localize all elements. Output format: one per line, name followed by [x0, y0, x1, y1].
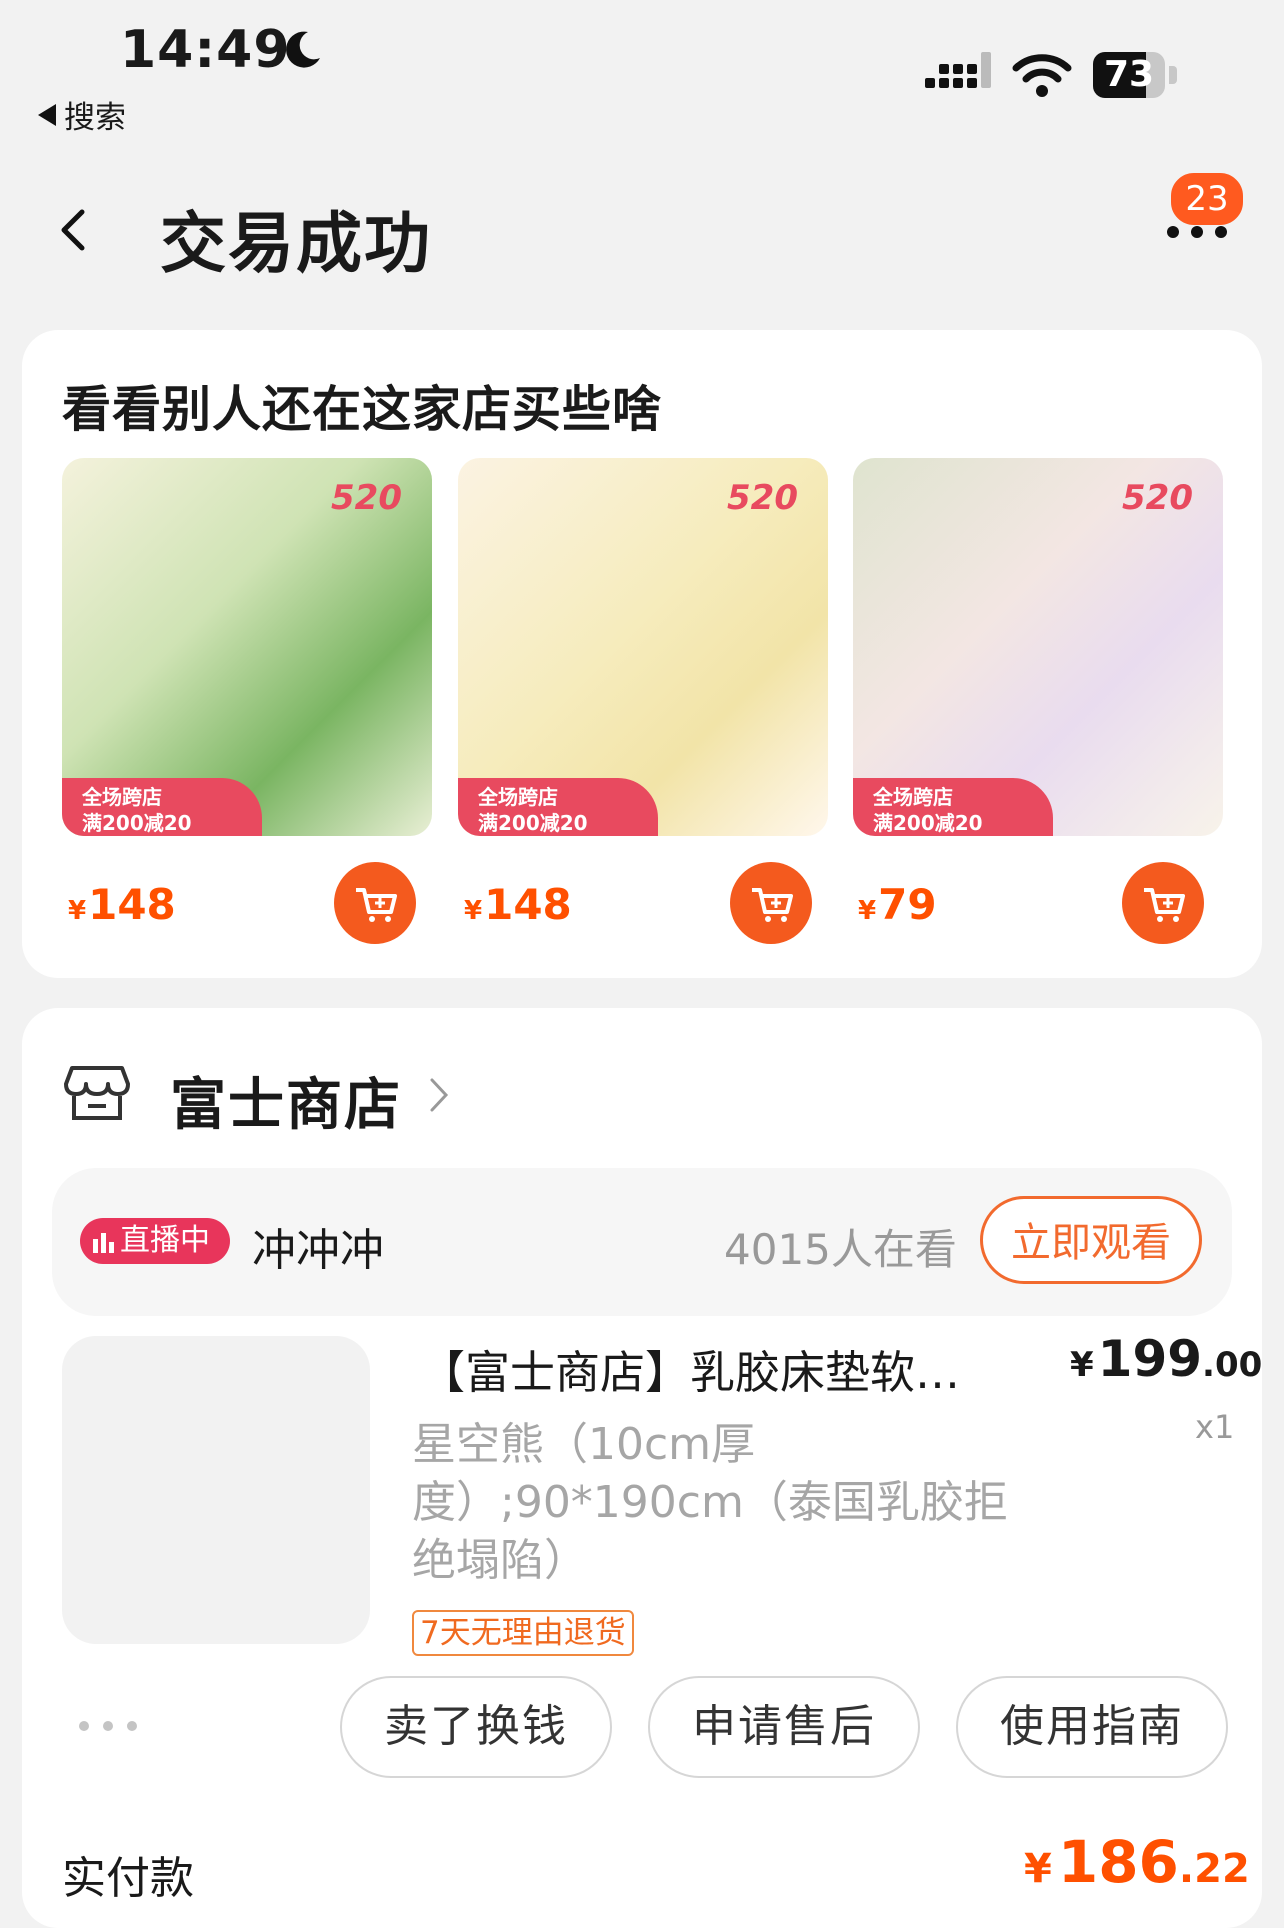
promo-banner: 全场跨店 满200减20 — [853, 778, 1053, 836]
cart-icon — [1144, 888, 1185, 922]
product-price-1: ¥148 — [68, 880, 176, 929]
promo-line-1: 全场跨店 — [82, 785, 162, 809]
currency-symbol: ¥ — [1024, 1846, 1052, 1892]
promo-520-tag: 520 — [331, 478, 402, 518]
recommendations-title: 看看别人还在这家店买些啥 — [62, 381, 663, 438]
promo-line-2: 满200减20 — [478, 811, 588, 835]
sell-resell-button[interactable]: 卖了换钱 — [340, 1676, 612, 1778]
currency-symbol: ¥ — [68, 896, 87, 926]
return-policy-tag: 7天无理由退货 — [412, 1610, 634, 1656]
paid-decimal: .22 — [1178, 1846, 1250, 1892]
usage-guide-button[interactable]: 使用指南 — [956, 1676, 1228, 1778]
item-price: ¥199.00 — [1070, 1330, 1262, 1388]
price-value: 148 — [88, 880, 176, 929]
page-title: 交易成功 — [160, 205, 432, 282]
paid-integer: 186 — [1057, 1828, 1179, 1896]
price-value: 148 — [484, 880, 572, 929]
item-title[interactable]: 【富士商店】乳胶床垫软… — [420, 1336, 1000, 1401]
product-image-1[interactable]: 520 全场跨店 满200减20 — [62, 458, 432, 836]
cellular-signal-icon — [925, 52, 991, 88]
promo-line-1: 全场跨店 — [873, 785, 953, 809]
price-integer: 199 — [1097, 1330, 1203, 1388]
battery-level: 73 — [1103, 54, 1155, 95]
after-sales-button[interactable]: 申请售后 — [648, 1676, 920, 1778]
back-app-label: 搜索 — [64, 100, 126, 136]
back-chevron-icon[interactable] — [52, 200, 92, 260]
promo-line-2: 满200减20 — [873, 811, 983, 835]
cart-icon — [752, 888, 793, 922]
paid-amount: ¥186.22 — [1024, 1828, 1250, 1896]
store-name-link[interactable]: 富士商店 — [170, 1060, 402, 1141]
status-time: 14:49 — [120, 20, 291, 80]
live-title: 冲冲冲 — [252, 1225, 384, 1276]
watch-now-button[interactable]: 立即观看 — [980, 1196, 1202, 1284]
viewer-count: 4015人在看 — [724, 1225, 957, 1274]
store-icon — [64, 1066, 130, 1120]
promo-520-tag: 520 — [727, 478, 798, 518]
promo-line-2: 满200减20 — [82, 811, 192, 835]
moon-icon — [286, 31, 320, 68]
more-actions-icon[interactable] — [76, 1718, 140, 1734]
item-thumbnail[interactable] — [62, 1336, 370, 1644]
product-image-3[interactable]: 520 全场跨店 满200减20 — [853, 458, 1223, 836]
wifi-icon — [1012, 54, 1072, 97]
currency-symbol: ¥ — [1070, 1345, 1094, 1385]
promo-banner: 全场跨店 满200减20 — [458, 778, 658, 836]
promo-line-1: 全场跨店 — [478, 785, 558, 809]
price-decimal: .00 — [1202, 1345, 1263, 1385]
notification-badge: 23 — [1168, 170, 1246, 228]
product-image-2[interactable]: 520 全场跨店 满200减20 — [458, 458, 828, 836]
item-quantity: x1 — [1195, 1408, 1235, 1446]
back-to-app-link[interactable]: 搜索 — [38, 92, 126, 137]
currency-symbol: ¥ — [858, 896, 877, 926]
more-options-icon[interactable] — [1165, 222, 1229, 242]
promo-banner: 全场跨店 满200减20 — [62, 778, 262, 836]
cart-icon — [356, 888, 397, 922]
product-price-3: ¥79 — [858, 880, 937, 929]
live-badge-label: 直播中 — [120, 1223, 210, 1258]
add-to-cart-button[interactable] — [334, 862, 416, 944]
live-badge: 直播中 — [80, 1218, 230, 1264]
battery-indicator: 73 — [1093, 52, 1181, 98]
live-bars-icon — [93, 1233, 114, 1253]
promo-520-tag: 520 — [1122, 478, 1193, 518]
currency-symbol: ¥ — [464, 896, 483, 926]
product-price-2: ¥148 — [464, 880, 572, 929]
back-triangle-icon — [38, 103, 56, 126]
paid-amount-label: 实付款 — [62, 1853, 194, 1904]
add-to-cart-button[interactable] — [730, 862, 812, 944]
chevron-right-icon[interactable] — [428, 1074, 452, 1116]
item-sku: 星空熊（10cm厚度）;90*190cm（泰国乳胶拒绝塌陷） — [412, 1419, 1008, 1586]
price-value: 79 — [878, 880, 937, 929]
add-to-cart-button[interactable] — [1122, 862, 1204, 944]
